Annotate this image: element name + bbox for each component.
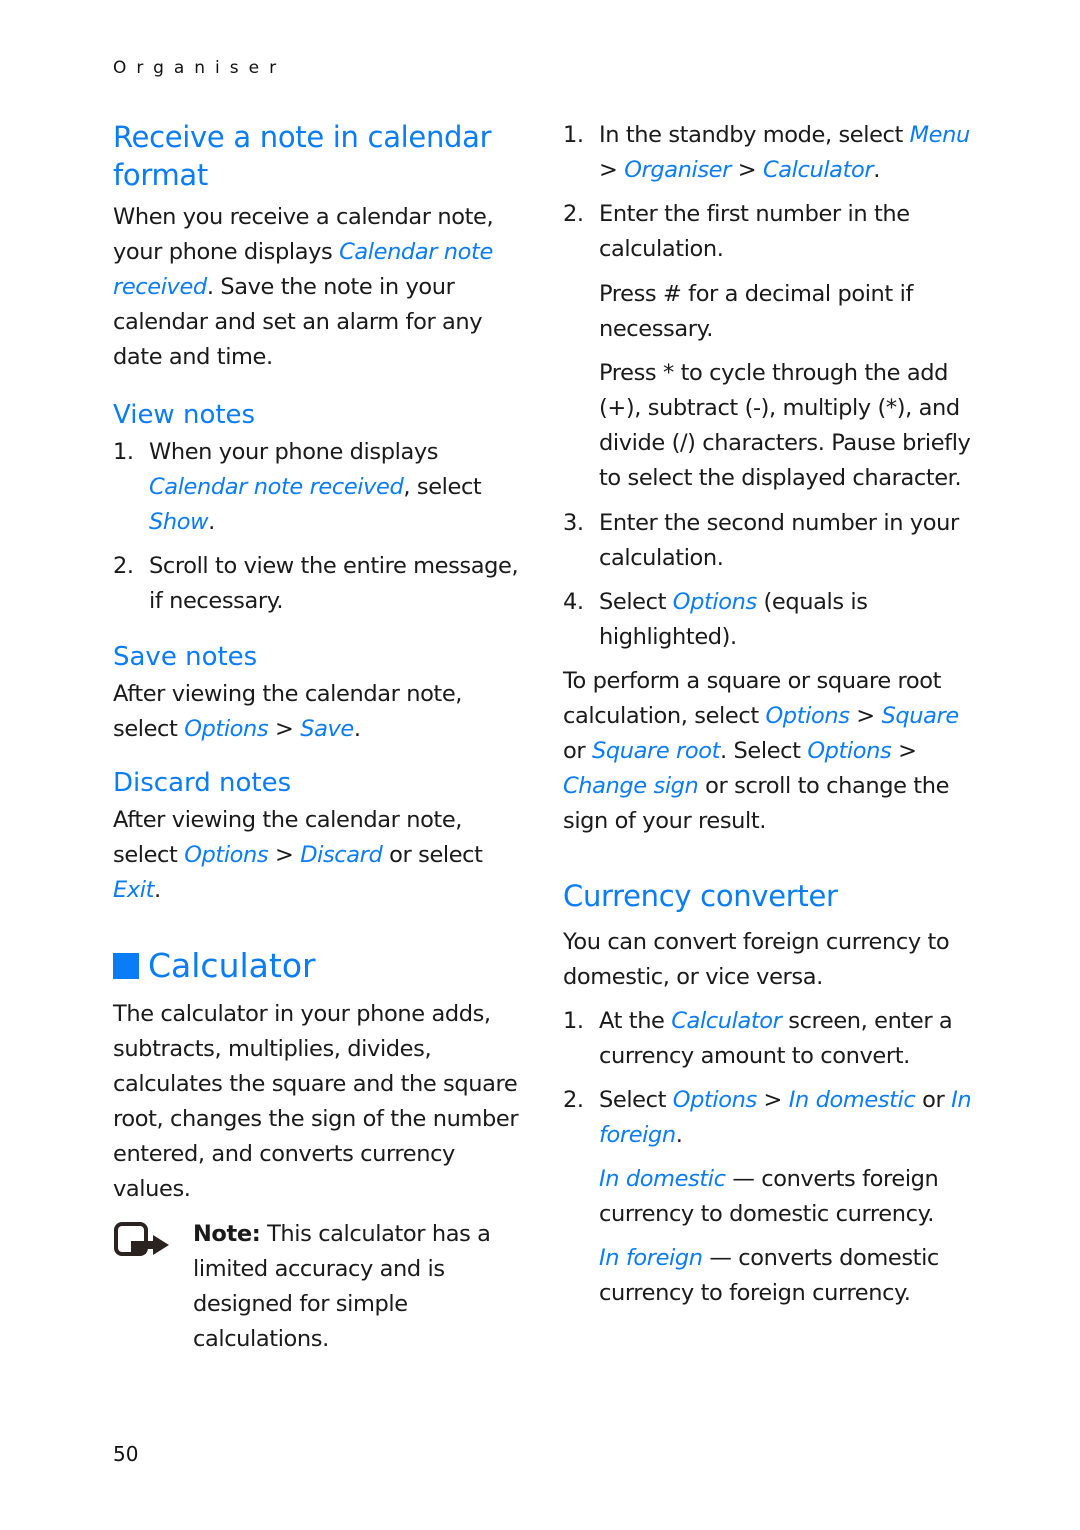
currency-heading: Currency converter xyxy=(563,879,838,913)
receive-note-section: Receive a note in calendar format When y… xyxy=(113,118,523,375)
text-run: . xyxy=(675,1122,683,1148)
currency-section: Currency converter You can convert forei… xyxy=(563,877,983,1311)
text-run: > xyxy=(599,157,625,183)
text-run: Select xyxy=(599,1087,673,1113)
press-star-text: Press * to cycle through the add (+), su… xyxy=(599,360,971,491)
discard-notes-body: After viewing the calendar note, select … xyxy=(113,803,523,908)
text-run: > xyxy=(849,703,882,729)
menu-path-link: Exit xyxy=(113,877,155,903)
step-number: 4. xyxy=(563,589,584,615)
menu-path-link: Square root xyxy=(591,738,721,764)
text-run: > xyxy=(730,157,763,183)
step-number: 2. xyxy=(113,553,134,579)
menu-path-link: Change sign xyxy=(563,773,699,799)
calculator-section: Calculator The calculator in your phone … xyxy=(113,946,523,1357)
menu-path-link: Options xyxy=(807,738,892,764)
text-run: . xyxy=(208,509,215,535)
step-number: 2. xyxy=(563,1087,584,1113)
menu-path-link: Calendar note received xyxy=(149,474,404,500)
note-text: Note: This calculator has a limited accu… xyxy=(113,1217,523,1357)
text-run: . xyxy=(873,157,880,183)
list-item: 1. In the standby mode, select Menu > Org… xyxy=(563,118,983,188)
menu-path-link: Calculator xyxy=(762,157,874,183)
menu-path-link: In foreign xyxy=(599,1245,703,1271)
list-item: 2. Scroll to view the entire message, if … xyxy=(113,549,523,619)
step-number: 1. xyxy=(563,122,584,148)
list-item: 3. Enter the second number in your calcul… xyxy=(563,506,983,576)
list-item: 1. At the Calculator screen, enter a curr… xyxy=(563,1004,983,1074)
in-foreign-desc: In foreign — converts domestic currency … xyxy=(563,1241,983,1311)
view-notes-steps: 1. When your phone displays Calendar note… xyxy=(113,435,523,619)
text-run: . xyxy=(353,716,361,742)
text-run: When your phone displays xyxy=(149,439,439,465)
menu-path-link: Options xyxy=(672,589,757,615)
menu-path-link: Options xyxy=(672,1087,757,1113)
menu-path-link: Options xyxy=(184,842,269,868)
calculator-heading-text: Calculator xyxy=(148,946,316,985)
text-run: . Select xyxy=(720,738,808,764)
menu-path-link: In domestic xyxy=(788,1087,916,1113)
in-domestic-desc: In domestic — converts foreign currency … xyxy=(563,1162,983,1232)
calc-steps-2: 3. Enter the second number in your calcul… xyxy=(563,506,983,655)
text-run: Enter the first number in the calculatio… xyxy=(599,201,910,262)
text-run: Enter the second number in your calculat… xyxy=(599,510,959,571)
discard-notes-heading: Discard notes xyxy=(113,768,292,798)
calculator-heading: Calculator xyxy=(113,946,523,986)
text-run: At the xyxy=(599,1008,672,1034)
save-notes-body: After viewing the calendar note, select … xyxy=(113,677,523,747)
text-run: In the standby mode, select xyxy=(599,122,910,148)
save-notes-heading: Save notes xyxy=(113,642,258,672)
section-marker-icon xyxy=(113,953,139,979)
save-notes-section: Save notes After viewing the calendar no… xyxy=(113,640,523,747)
calc-steps-1: 1. In the standby mode, select Menu > Org… xyxy=(563,118,983,267)
step-number: 1. xyxy=(113,439,134,465)
list-item: 2. Select Options > In domestic or In for… xyxy=(563,1083,983,1153)
text-run: > xyxy=(268,716,301,742)
text-run: Scroll to view the entire message, if ne… xyxy=(149,553,519,614)
text-run: or xyxy=(915,1087,952,1113)
press-hash-text: Press # for a decimal point if necessary… xyxy=(599,281,913,342)
receive-note-heading: Receive a note in calendar format xyxy=(113,120,492,192)
text-run: > xyxy=(756,1087,789,1113)
list-item: 1. When your phone displays Calendar note… xyxy=(113,435,523,540)
text-run: or xyxy=(563,738,592,764)
receive-note-body: When you receive a calendar note, your p… xyxy=(113,200,523,375)
page-number: 50 xyxy=(113,1442,139,1466)
menu-path-link: In domestic xyxy=(599,1166,726,1192)
note-label: Note: xyxy=(193,1221,261,1247)
step-number: 3. xyxy=(563,510,584,536)
menu-path-link: Show xyxy=(149,509,209,535)
menu-path-link: Square xyxy=(881,703,959,729)
calculator-steps: 1. In the standby mode, select Menu > Org… xyxy=(563,118,983,839)
step-number: 2. xyxy=(563,201,584,227)
menu-path-link: Options xyxy=(765,703,850,729)
menu-path-link: Save xyxy=(300,716,354,742)
view-notes-heading: View notes xyxy=(113,400,256,430)
currency-steps: 1. At the Calculator screen, enter a curr… xyxy=(563,1004,983,1153)
running-head: Organiser xyxy=(113,58,287,78)
text-run: > xyxy=(268,842,301,868)
list-item: 4. Select Options (equals is highlighted)… xyxy=(563,585,983,655)
note-icon xyxy=(114,1222,169,1256)
currency-intro: You can convert foreign currency to dome… xyxy=(563,929,950,990)
text-run: . xyxy=(154,877,161,903)
view-notes-section: View notes 1. When your phone displays Ca… xyxy=(113,398,523,619)
note-box: Note: This calculator has a limited accu… xyxy=(113,1217,523,1357)
square-paragraph: To perform a square or square root calcu… xyxy=(563,664,983,839)
list-item: 2. Enter the first number in the calculat… xyxy=(563,197,983,267)
text-run: > xyxy=(891,738,917,764)
menu-path-link: Discard xyxy=(300,842,383,868)
text-run: Select xyxy=(599,589,673,615)
step-number: 1. xyxy=(563,1008,584,1034)
menu-path-link: Calculator xyxy=(671,1008,782,1034)
calculator-intro: The calculator in your phone adds, subtr… xyxy=(113,1001,519,1202)
menu-path-link: Menu xyxy=(909,122,971,148)
discard-notes-section: Discard notes After viewing the calendar… xyxy=(113,766,523,908)
menu-path-link: Organiser xyxy=(624,157,731,183)
menu-path-link: Options xyxy=(184,716,269,742)
text-run: or select xyxy=(382,842,483,868)
text-run: , select xyxy=(403,474,482,500)
